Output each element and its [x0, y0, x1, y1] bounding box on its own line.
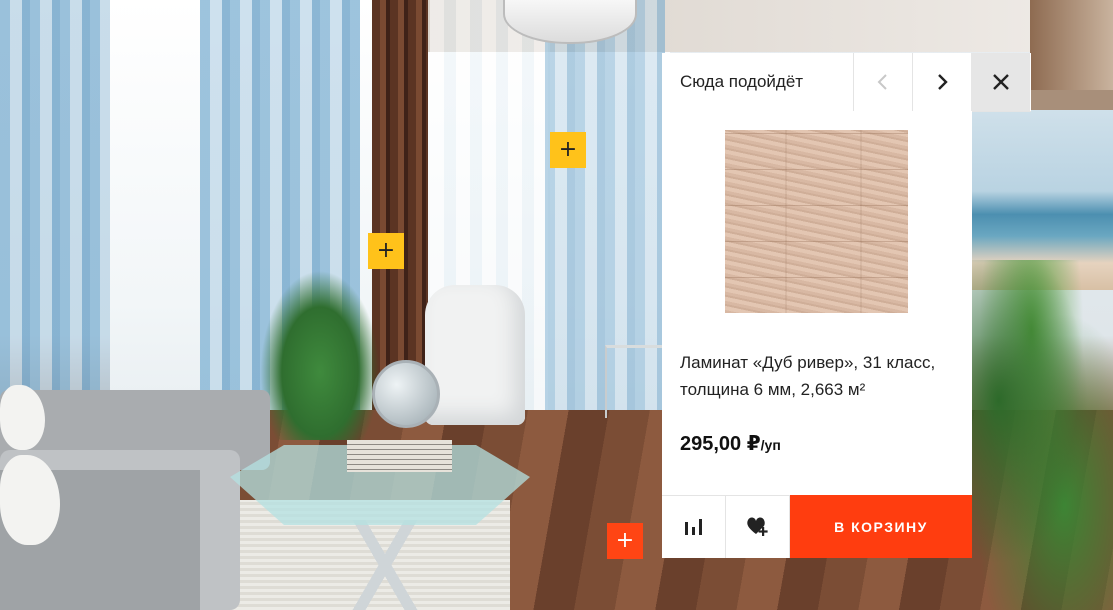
- product-price: 295,00 ₽/уп: [680, 431, 781, 456]
- glass-globe: [372, 360, 440, 428]
- chevron-right-icon: [938, 74, 948, 90]
- popup-actions: В КОРЗИНУ: [662, 495, 972, 558]
- chevron-left-icon: [877, 74, 887, 90]
- armchair: [425, 285, 525, 425]
- compare-button[interactable]: [662, 495, 726, 558]
- product-card: Ламинат «Дуб ривер», 31 класс, толщина 6…: [662, 111, 972, 495]
- next-button[interactable]: [912, 53, 971, 111]
- product-name[interactable]: Ламинат «Дуб ривер», 31 класс, толщина 6…: [680, 349, 960, 403]
- books-stack: [347, 440, 452, 472]
- plant-right: [950, 260, 1113, 610]
- bar-chart-icon: [684, 519, 702, 535]
- heart-plus-icon: [746, 517, 768, 536]
- close-icon: [992, 74, 1009, 90]
- popup-title: Сюда подойдёт: [680, 72, 804, 91]
- prev-button[interactable]: [853, 53, 912, 111]
- plant-left: [260, 270, 380, 440]
- close-button[interactable]: [971, 53, 1030, 111]
- hotspot-marker-floor-active[interactable]: +: [607, 523, 643, 559]
- hotspot-marker-lamp[interactable]: +: [550, 132, 586, 168]
- product-image[interactable]: [725, 130, 908, 313]
- wood-slat-column: [372, 0, 428, 420]
- popup-header: Сюда подойдёт: [662, 53, 1031, 112]
- curtain-left: [0, 0, 110, 440]
- price-unit: /уп: [760, 437, 781, 453]
- price-value: 295,00 ₽: [680, 433, 761, 455]
- coffee-table-legs: [250, 520, 520, 610]
- add-to-cart-button[interactable]: В КОРЗИНУ: [790, 495, 972, 558]
- hotspot-marker-curtain[interactable]: +: [368, 233, 404, 269]
- side-table: [605, 345, 669, 418]
- favorite-button[interactable]: [726, 495, 790, 558]
